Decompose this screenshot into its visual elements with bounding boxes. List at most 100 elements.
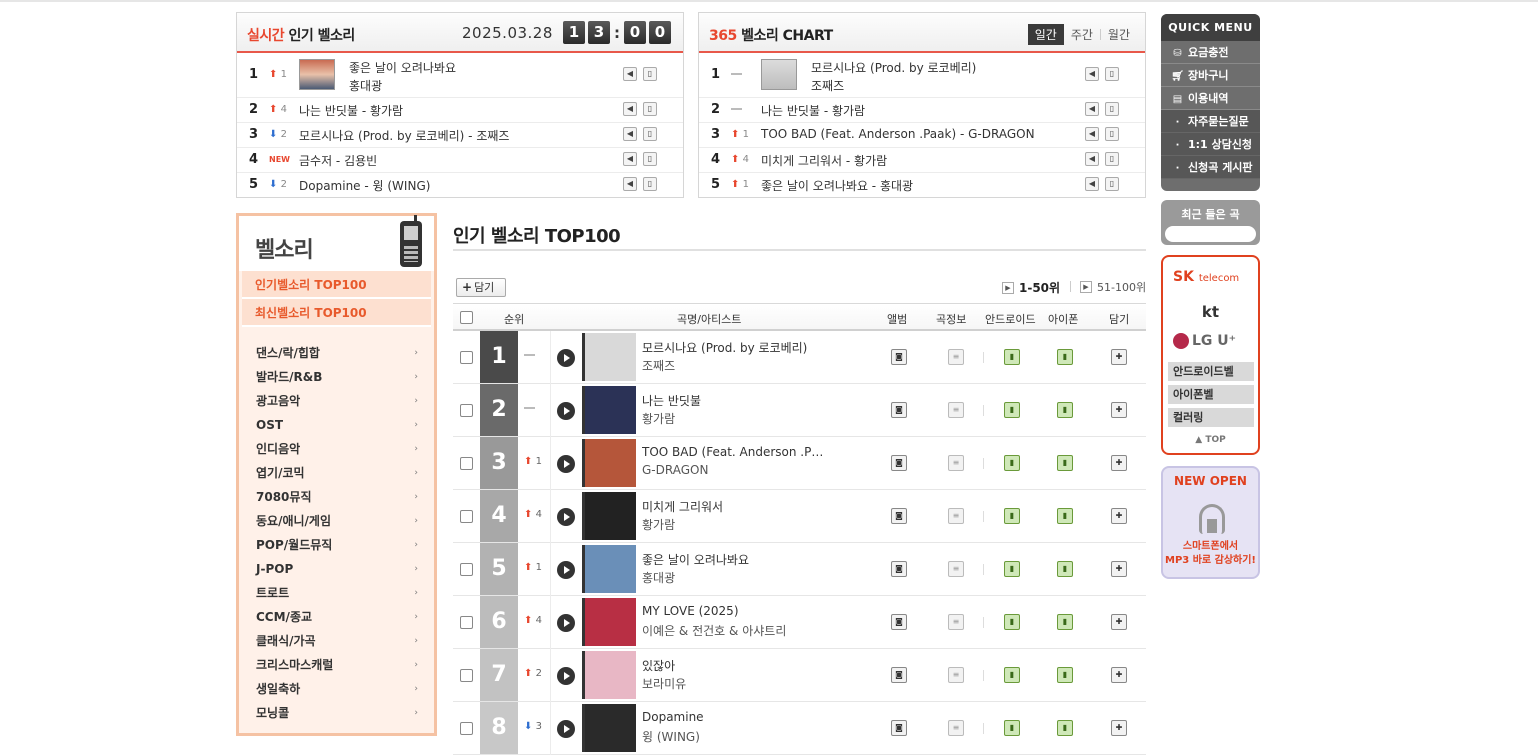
album-cover[interactable] bbox=[582, 598, 636, 646]
category-item[interactable]: 인디음악 › bbox=[239, 437, 434, 461]
quick-cart[interactable]: 🛒︎ 장바구니 bbox=[1161, 64, 1260, 87]
play-icon[interactable] bbox=[557, 561, 575, 579]
android-download-icon[interactable]: ▮ bbox=[1004, 614, 1020, 630]
row-checkbox[interactable] bbox=[460, 616, 473, 629]
phone-icon[interactable]: ▯ bbox=[643, 127, 657, 141]
speaker-icon[interactable]: ◀ bbox=[623, 102, 637, 116]
android-download-icon[interactable]: ▮ bbox=[1004, 349, 1020, 365]
album-thumbnail[interactable] bbox=[761, 59, 797, 90]
song-title[interactable]: 나는 반딧불 bbox=[642, 392, 701, 409]
new-open-banner[interactable]: NEW OPEN 스마트폰에서 MP3 바로 감상하기! bbox=[1161, 466, 1260, 579]
category-item[interactable]: 크리스마스캐럴 › bbox=[239, 653, 434, 677]
menu-latest-top100[interactable]: 최신벨소리 TOP100 bbox=[242, 299, 431, 327]
android-download-icon[interactable]: ▮ bbox=[1004, 455, 1020, 471]
album-icon[interactable]: ◙ bbox=[891, 402, 907, 418]
speaker-icon[interactable]: ◀ bbox=[623, 152, 637, 166]
album-icon[interactable]: ◙ bbox=[891, 508, 907, 524]
add-selected-button[interactable]: + 담기 bbox=[456, 278, 506, 297]
artist-name[interactable]: 황가람 bbox=[642, 410, 675, 427]
song-title[interactable]: 모르시나요 (Prod. by 로코베리) - 조째즈 bbox=[299, 127, 509, 144]
quick-inquiry[interactable]: · 1:1 상담신청 bbox=[1161, 133, 1260, 156]
row-checkbox[interactable] bbox=[460, 669, 473, 682]
category-item[interactable]: 엽기/코믹 › bbox=[239, 461, 434, 485]
phone-icon[interactable]: ▯ bbox=[1105, 102, 1119, 116]
song-info-icon[interactable]: ≡ bbox=[948, 614, 964, 630]
album-icon[interactable]: ◙ bbox=[891, 455, 907, 471]
speaker-icon[interactable]: ◀ bbox=[623, 67, 637, 81]
play-icon[interactable] bbox=[557, 614, 575, 632]
speaker-icon[interactable]: ◀ bbox=[1085, 177, 1099, 191]
android-download-icon[interactable]: ▮ bbox=[1004, 402, 1020, 418]
song-info-icon[interactable]: ≡ bbox=[948, 667, 964, 683]
tab-daily[interactable]: 일간 bbox=[1027, 24, 1064, 45]
play-icon[interactable] bbox=[557, 667, 575, 685]
phone-icon[interactable]: ▯ bbox=[1105, 67, 1119, 81]
song-title[interactable]: 미치게 그리워서 bbox=[642, 498, 723, 515]
category-item[interactable]: 생일축하 › bbox=[239, 677, 434, 701]
song-info-icon[interactable]: ≡ bbox=[948, 349, 964, 365]
quick-faq[interactable]: · 자주묻는질문 bbox=[1161, 110, 1260, 133]
row-checkbox[interactable] bbox=[460, 722, 473, 735]
album-cover[interactable] bbox=[582, 386, 636, 434]
quick-charge[interactable]: ⛁ 요금충전 bbox=[1161, 41, 1260, 64]
album-icon[interactable]: ◙ bbox=[891, 614, 907, 630]
category-item[interactable]: 모닝콜 › bbox=[239, 701, 434, 725]
menu-popular-top100[interactable]: 인기벨소리 TOP100 bbox=[242, 271, 431, 299]
song-title[interactable]: Dopamine - 윙 (WING) bbox=[299, 177, 430, 194]
category-item[interactable]: 트로트 › bbox=[239, 581, 434, 605]
scroll-top-button[interactable]: ▲ TOP bbox=[1163, 435, 1258, 445]
add-to-cart-icon[interactable]: ✚ bbox=[1111, 455, 1127, 471]
phone-icon[interactable]: ▯ bbox=[643, 67, 657, 81]
play-icon[interactable] bbox=[557, 349, 575, 367]
android-bell-link[interactable]: 안드로이드벨 bbox=[1168, 362, 1254, 381]
speaker-icon[interactable]: ◀ bbox=[623, 177, 637, 191]
iphone-download-icon[interactable]: ▮ bbox=[1057, 614, 1073, 630]
phone-icon[interactable]: ▯ bbox=[1105, 177, 1119, 191]
song-info-icon[interactable]: ≡ bbox=[948, 402, 964, 418]
category-item[interactable]: J-POP › bbox=[239, 557, 434, 581]
song-title[interactable]: Dopamine bbox=[642, 710, 704, 724]
iphone-download-icon[interactable]: ▮ bbox=[1057, 720, 1073, 736]
category-item[interactable]: CCM/종교 › bbox=[239, 605, 434, 629]
album-cover[interactable] bbox=[582, 545, 636, 593]
artist-name[interactable]: 홍대광 bbox=[642, 569, 675, 586]
phone-icon[interactable]: ▯ bbox=[643, 152, 657, 166]
speaker-icon[interactable]: ◀ bbox=[1085, 127, 1099, 141]
album-icon[interactable]: ◙ bbox=[891, 667, 907, 683]
album-icon[interactable]: ◙ bbox=[891, 561, 907, 577]
album-cover[interactable] bbox=[582, 492, 636, 540]
sk-telecom-logo[interactable]: SK telecom bbox=[1173, 269, 1239, 285]
row-checkbox[interactable] bbox=[460, 351, 473, 364]
artist-name[interactable]: 이예은 & 전건호 & 아샤트리 bbox=[642, 622, 786, 639]
song-info-icon[interactable]: ≡ bbox=[948, 720, 964, 736]
add-to-cart-icon[interactable]: ✚ bbox=[1111, 614, 1127, 630]
song-title[interactable]: 있잖아 bbox=[642, 657, 675, 674]
song-title[interactable]: 미치게 그리워서 - 황가람 bbox=[761, 152, 887, 169]
artist-name[interactable]: G-DRAGON bbox=[642, 463, 708, 477]
iphone-download-icon[interactable]: ▮ bbox=[1057, 508, 1073, 524]
lg-uplus-logo[interactable]: LG U⁺ bbox=[1173, 333, 1236, 349]
iphone-download-icon[interactable]: ▮ bbox=[1057, 349, 1073, 365]
category-item[interactable]: 광고음악 › bbox=[239, 389, 434, 413]
song-title[interactable]: 좋은 날이 오려나봐요 bbox=[349, 59, 456, 76]
artist-name[interactable]: 황가람 bbox=[642, 516, 675, 533]
song-title[interactable]: 나는 반딧불 - 황가람 bbox=[761, 102, 865, 119]
android-download-icon[interactable]: ▮ bbox=[1004, 561, 1020, 577]
add-to-cart-icon[interactable]: ✚ bbox=[1111, 349, 1127, 365]
artist-name[interactable]: 보라미유 bbox=[642, 675, 686, 692]
page-link-51-100[interactable]: ▶ 51-100위 bbox=[1080, 279, 1146, 295]
iphone-download-icon[interactable]: ▮ bbox=[1057, 402, 1073, 418]
song-title[interactable]: 금수저 - 김용빈 bbox=[299, 152, 377, 169]
song-title[interactable]: 나는 반딧불 - 황가람 bbox=[299, 102, 403, 119]
select-all-checkbox[interactable] bbox=[460, 311, 473, 324]
phone-icon[interactable]: ▯ bbox=[1105, 152, 1119, 166]
add-to-cart-icon[interactable]: ✚ bbox=[1111, 720, 1127, 736]
phone-icon[interactable]: ▯ bbox=[643, 102, 657, 116]
play-icon[interactable] bbox=[557, 720, 575, 738]
category-item[interactable]: 클래식/가곡 › bbox=[239, 629, 434, 653]
quick-request-board[interactable]: · 신청곡 게시판 bbox=[1161, 156, 1260, 179]
row-checkbox[interactable] bbox=[460, 563, 473, 576]
category-item[interactable]: 동요/애니/게임 › bbox=[239, 509, 434, 533]
song-title[interactable]: 모르시나요 (Prod. by 로코베리) bbox=[642, 339, 807, 356]
song-title[interactable]: 좋은 날이 오려나봐요 - 홍대광 bbox=[761, 177, 913, 194]
